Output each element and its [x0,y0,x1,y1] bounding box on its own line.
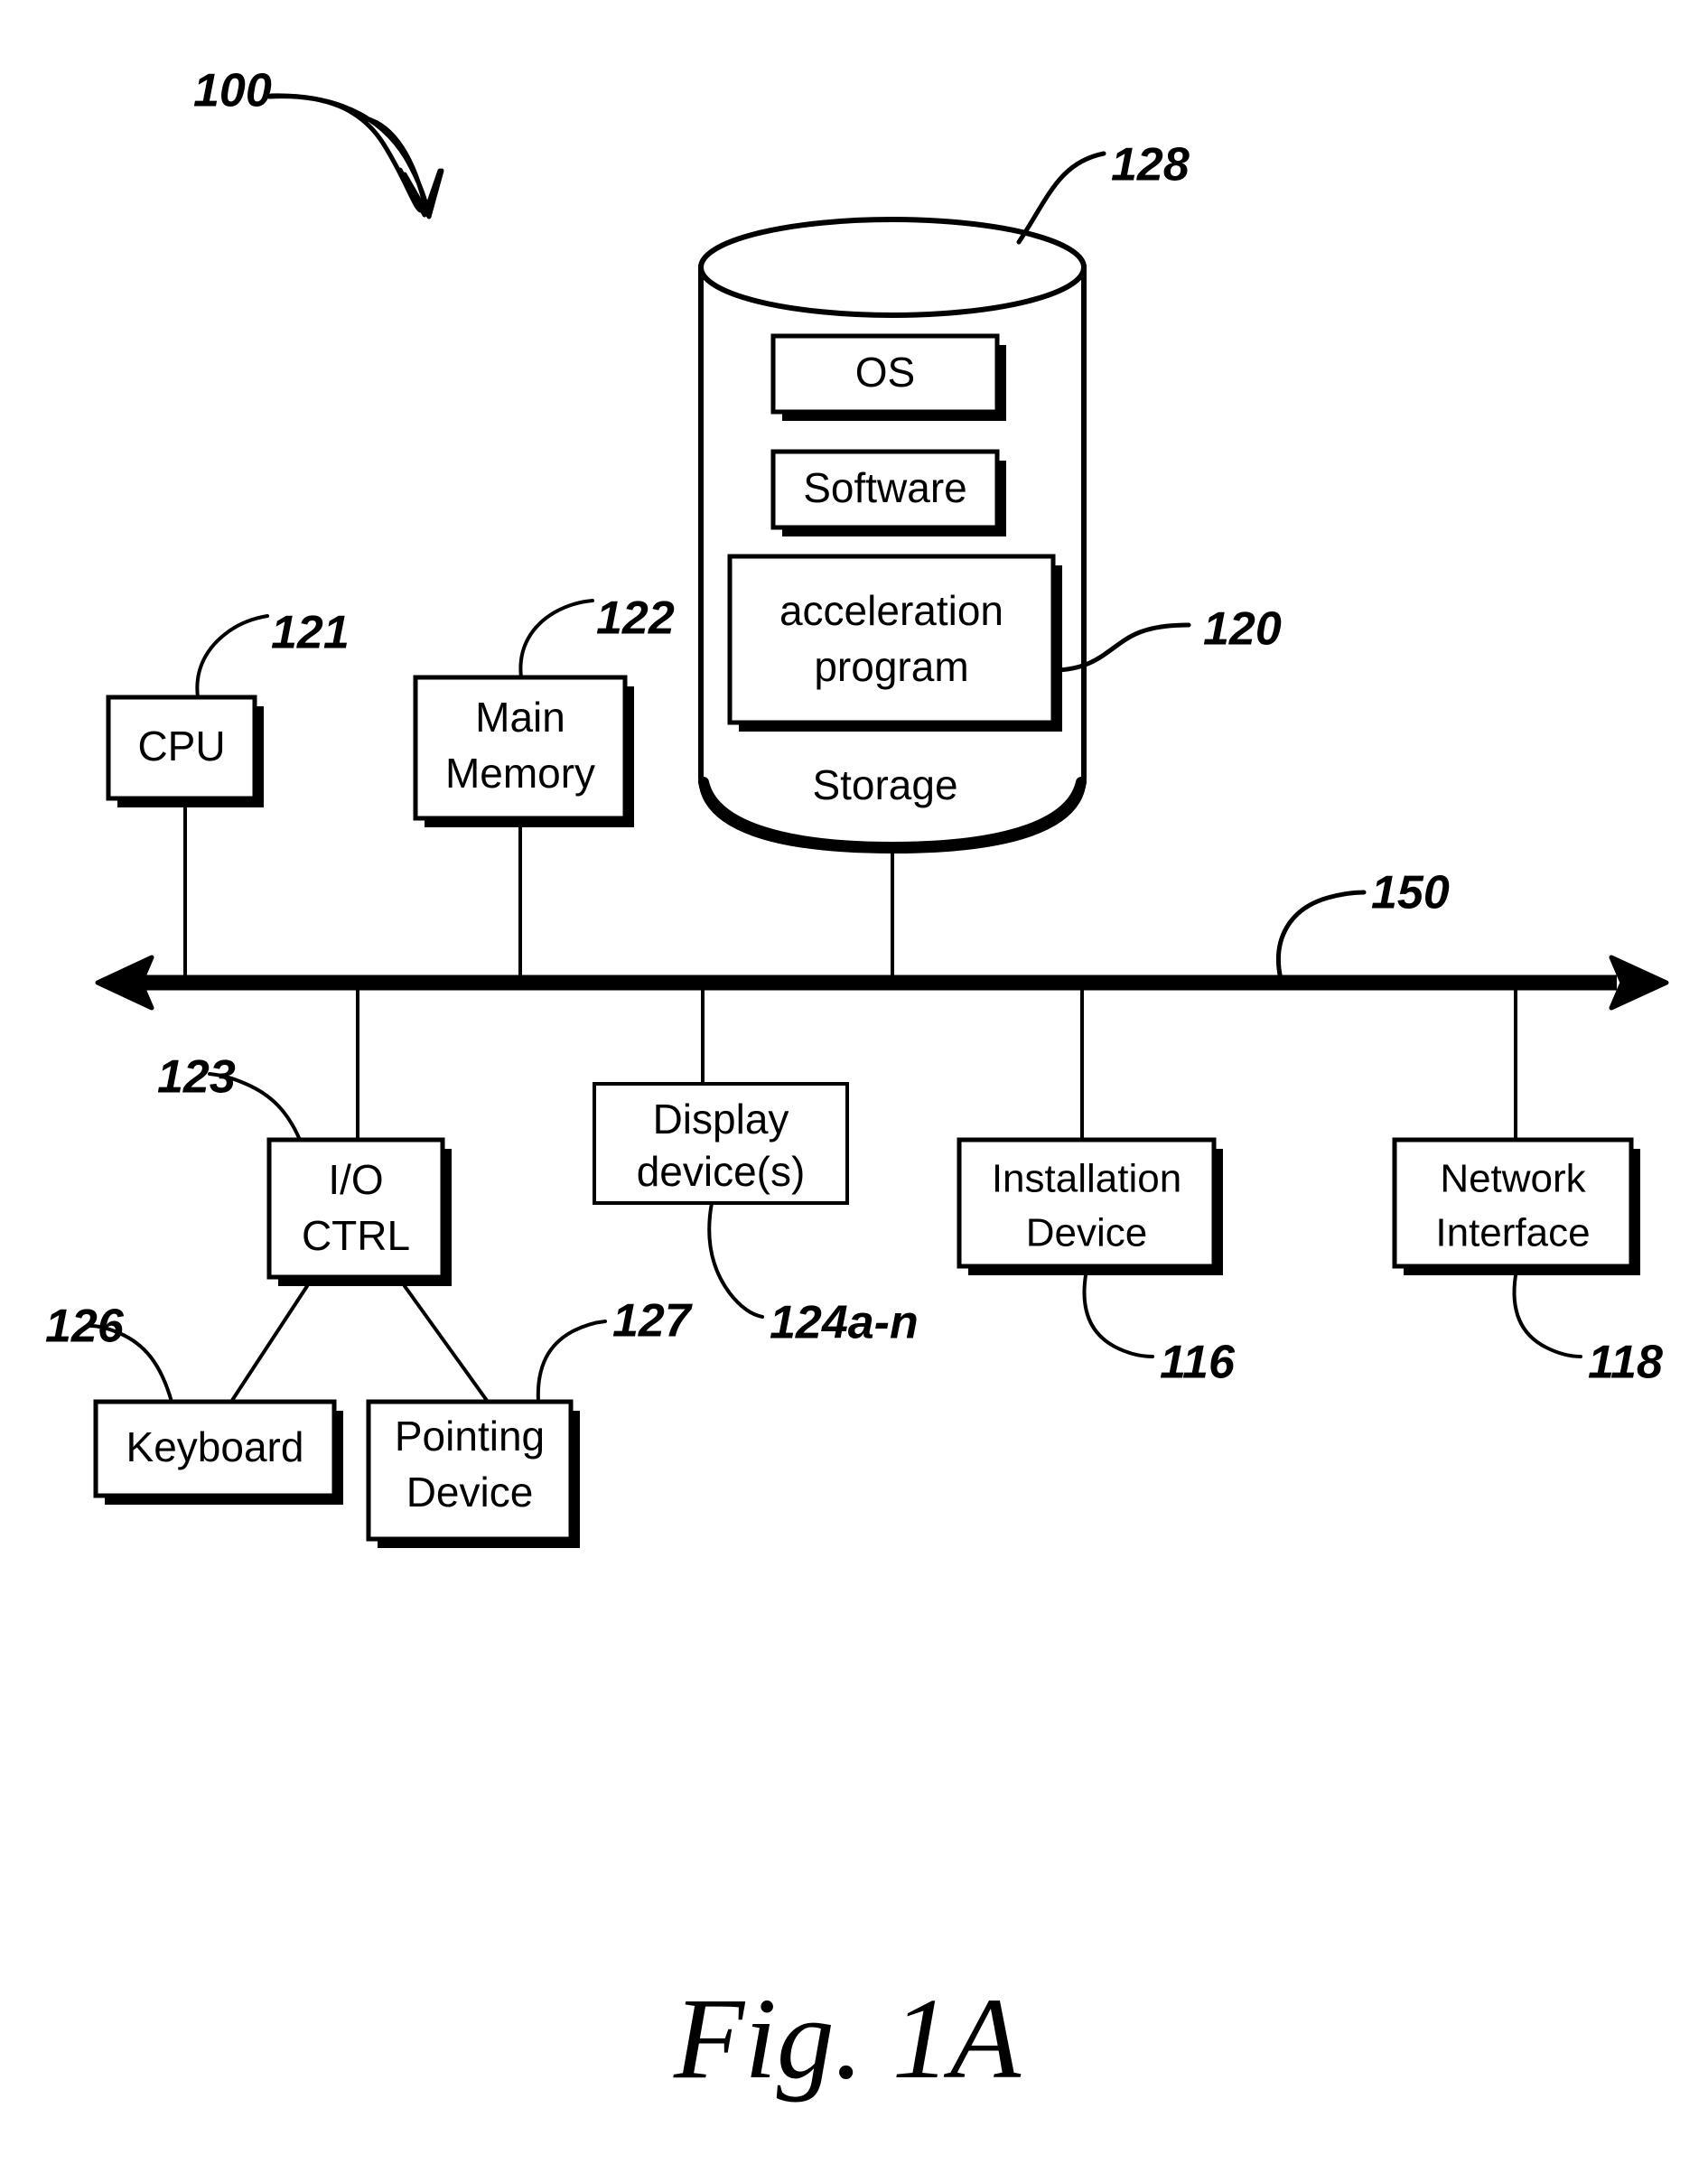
ref-128: 128 [1111,139,1190,191]
ref-127: 127 [612,1295,693,1348]
display-label-line2: device(s) [637,1148,806,1195]
display-devices-ref-leader [707,1201,764,1319]
pointing-device-io-connector [403,1284,490,1404]
installation-label-line1: Installation [992,1157,1181,1201]
system-bus [95,955,1669,1011]
ref-100: 100 [193,65,272,117]
pointing-label-line2: Device [406,1469,534,1516]
patent-figure-1a: OS Software acceleration program Storage… [0,0,1708,2164]
ref-124a-n: 124a-n [770,1297,919,1349]
network-interface-ref-leader [1512,1273,1582,1358]
os-label: OS [855,349,915,396]
figure-caption: Fig. 1A [673,1974,1022,2103]
system-block-diagram: OS Software acceleration program Storage… [45,65,1669,2103]
ref-118: 118 [1588,1337,1663,1389]
ref-120: 120 [1203,603,1282,656]
installation-device-ref-leader [1082,1273,1154,1358]
network-label-line2: Interface [1435,1211,1590,1255]
cpu-ref-leader [195,614,269,699]
network-label-line1: Network [1440,1157,1586,1201]
bus-ref-leader [1275,890,1367,982]
bus-right-arrowhead [1609,955,1669,1011]
main-memory-ref-leader [518,599,594,679]
cpu-label: CPU [137,723,225,770]
keyboard-label: Keyboard [126,1423,304,1470]
system-ref-leader [266,94,443,218]
ref-123: 123 [157,1051,236,1104]
system-ref-arrow [268,93,444,219]
main-memory-label-line2: Memory [445,750,595,797]
ref-150: 150 [1371,867,1450,919]
pointing-device-ref-leader [536,1320,607,1404]
ref-121: 121 [271,607,350,659]
ref-116: 116 [1160,1337,1236,1389]
keyboard-io-connector [229,1284,309,1404]
ref-126: 126 [45,1301,125,1353]
storage-label: Storage [812,761,957,808]
storage-ref-leader [1016,151,1106,245]
ref-122: 122 [596,592,675,645]
display-label-line1: Display [653,1096,789,1143]
acceleration-program-label-line1: acceleration [779,587,1003,634]
software-label: Software [803,464,967,511]
pointing-label-line1: Pointing [395,1413,545,1460]
io-ctrl-label-line2: CTRL [302,1212,410,1259]
installation-label-line2: Device [1026,1211,1148,1255]
main-memory-label-line1: Main [475,694,565,741]
io-ctrl-label-line1: I/O [328,1156,383,1203]
acceleration-program-label-line2: program [814,643,968,690]
